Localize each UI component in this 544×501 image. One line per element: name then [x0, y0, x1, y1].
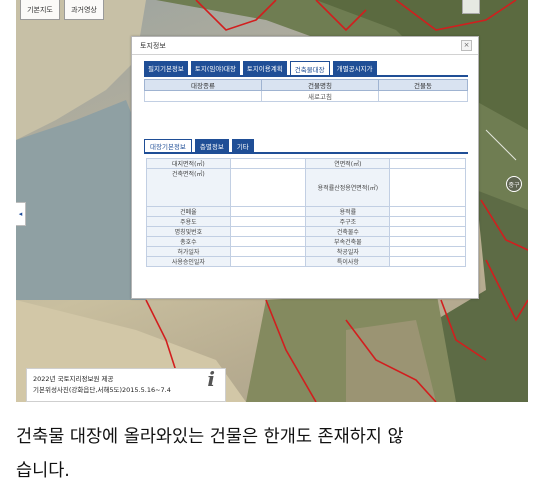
- value-total-floor-area: [389, 158, 466, 169]
- ledger-cell: [144, 90, 262, 102]
- table-row: 명칭및번호 건축물수: [146, 226, 466, 237]
- expand-panel-handle[interactable]: ◂: [16, 202, 26, 226]
- tab-land-register[interactable]: 토지(임야)대장: [190, 61, 240, 75]
- label-building-count: 건축물수: [305, 226, 391, 237]
- label-approval-date: 사용승인일자: [146, 256, 231, 267]
- ledger-header-building: 건물동: [378, 79, 468, 91]
- ledger-table: 대장종류 건물명칭 건물동 새로고침: [144, 79, 468, 102]
- label-building-area: 건축면적(㎡): [146, 168, 231, 207]
- value-far-floor-area: [389, 168, 466, 207]
- label-name-number: 명칭및번호: [146, 226, 231, 237]
- table-row: 대지면적(㎡) 연면적(㎡): [146, 158, 466, 169]
- label-site-area: 대지면적(㎡): [146, 158, 231, 169]
- value-floor-area-ratio: [389, 206, 466, 217]
- table-row: 주용도 주구조: [146, 216, 466, 227]
- table-row: 사용승인일자 특이사항: [146, 256, 466, 267]
- label-total-floor-area: 연면적(㎡): [305, 158, 391, 169]
- close-button[interactable]: ×: [461, 40, 472, 51]
- table-row: 건축면적(㎡) 용적률산정용연면적(㎡): [146, 168, 466, 207]
- label-start-date: 착공일자: [305, 246, 391, 257]
- label-main-use: 주용도: [146, 216, 231, 227]
- dialog-header: 토지정보 ×: [132, 37, 478, 55]
- value-total-units: [229, 236, 307, 247]
- road-label: 중구: [506, 176, 522, 192]
- value-annex-buildings: [389, 236, 466, 247]
- tab-land-price[interactable]: 개별공시지가: [332, 61, 377, 75]
- info-icon[interactable]: i: [207, 369, 215, 389]
- value-approval-date: [229, 256, 307, 267]
- label-annex-buildings: 부속건축물: [305, 236, 391, 247]
- chevron-left-icon: ◂: [18, 210, 23, 218]
- map-tab-history[interactable]: 과거영상: [64, 0, 104, 20]
- copyright-line1: 2022년 국토지리정보원 제공: [33, 375, 114, 383]
- value-building-area: [229, 168, 307, 207]
- tab-other[interactable]: 기타: [231, 139, 254, 152]
- label-coverage-ratio: 건폐율: [146, 206, 231, 217]
- value-building-count: [389, 226, 466, 237]
- table-row: 건폐율 용적률: [146, 206, 466, 217]
- copyright-box: 2022년 국토지리정보원 제공 기본위성사진(강화읍단,서해5도)2015.5…: [26, 368, 226, 402]
- tab-register-basic[interactable]: 대장기본정보: [144, 139, 192, 152]
- tab-floor-info[interactable]: 층별정보: [194, 139, 229, 152]
- tab-parcel-basic[interactable]: 필지기본정보: [144, 61, 188, 75]
- sub-tabs: 대장기본정보 층별정보 기타: [144, 139, 254, 152]
- map-tabs: 기본지도 과거영상: [20, 0, 104, 20]
- label-total-units: 총호수: [146, 236, 231, 247]
- map-tab-basic[interactable]: 기본지도: [20, 0, 60, 20]
- copyright-line2: 기본위성사진(강화읍단,서해5도)2015.5.16~7.4: [33, 386, 171, 394]
- value-remarks: [389, 256, 466, 267]
- value-main-use: [229, 216, 307, 227]
- caption-line1: 건축물 대장에 올라와있는 건물은 한개도 존재하지 않: [16, 427, 404, 447]
- table-row: 허가일자 착공일자: [146, 246, 466, 257]
- caption: 건축물 대장에 올라와있는 건물은 한개도 존재하지 않 습니다.: [16, 420, 536, 488]
- ledger-header-name: 건물명칭: [261, 79, 379, 91]
- value-main-structure: [389, 216, 466, 227]
- label-main-structure: 주구조: [305, 216, 391, 227]
- table-row: 새로고침: [144, 90, 468, 102]
- tab-land-use-plan[interactable]: 토지이용계획: [242, 61, 287, 75]
- label-far-floor-area: 용적률산정용연면적(㎡): [305, 168, 391, 207]
- map-control-button[interactable]: [462, 0, 480, 14]
- tab-underline: [144, 75, 468, 77]
- label-permit-date: 허가일자: [146, 246, 231, 257]
- value-permit-date: [229, 246, 307, 257]
- label-remarks: 특이사항: [305, 256, 391, 267]
- dialog-tabs: 필지기본정보 토지(임야)대장 토지이용계획 건축물대장 개별공시지가: [144, 61, 377, 76]
- table-row: 총호수 부속건축물: [146, 236, 466, 247]
- value-start-date: [389, 246, 466, 257]
- value-name-number: [229, 226, 307, 237]
- value-coverage-ratio: [229, 206, 307, 217]
- ledger-header-type: 대장종류: [144, 79, 262, 91]
- dialog-title: 토지정보: [140, 41, 166, 50]
- register-detail-table: 대지면적(㎡) 연면적(㎡) 건축면적(㎡) 용적률산정용연면적(㎡) 건폐율 …: [146, 158, 466, 267]
- ledger-cell: [378, 90, 468, 102]
- sub-tab-underline: [144, 152, 468, 154]
- tab-building-register[interactable]: 건축물대장: [289, 61, 330, 76]
- value-site-area: [229, 158, 307, 169]
- label-floor-area-ratio: 용적률: [305, 206, 391, 217]
- land-info-dialog: 토지정보 × 필지기본정보 토지(임야)대장 토지이용계획 건축물대장 개별공시…: [131, 36, 479, 299]
- caption-line2: 습니다.: [16, 461, 70, 481]
- refresh-link[interactable]: 새로고침: [261, 90, 379, 102]
